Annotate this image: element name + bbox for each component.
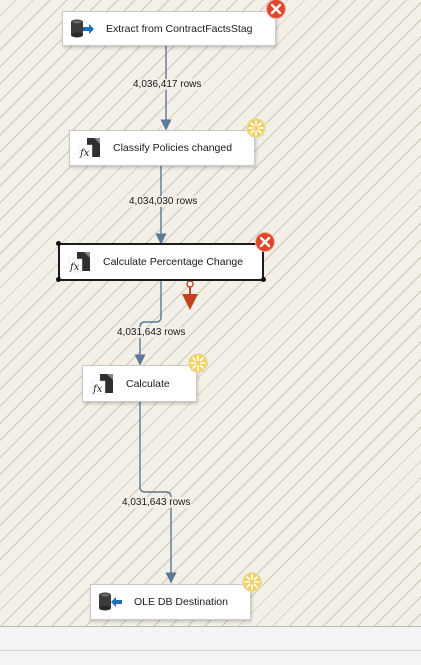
row-count-label: 4,036,417 rows (132, 79, 203, 90)
svg-text:fx: fx (69, 262, 80, 273)
svg-text:fx: fx (92, 384, 103, 395)
running-status-icon (188, 353, 208, 373)
data-flow-design-surface[interactable]: 4,036,417 rows 4,034,030 rows 4,031,643 … (0, 0, 421, 626)
component-ole-db-destination[interactable]: OLE DB Destination (90, 584, 251, 620)
selection-handle[interactable] (56, 277, 61, 282)
error-output-anchor[interactable] (186, 280, 194, 288)
selection-handle[interactable] (261, 277, 266, 282)
derived-column-icon: fx (78, 138, 100, 159)
row-count-label: 4,031,643 rows (116, 327, 187, 338)
component-calculate[interactable]: fx Calculate (82, 365, 197, 402)
component-calculate-percentage-change[interactable]: fx Calculate Percentage Change (58, 243, 264, 281)
path-calc-to-dest[interactable] (139, 402, 177, 584)
row-count-label: 4,031,643 rows (121, 497, 192, 508)
ole-db-destination-icon (99, 592, 122, 611)
component-label: OLE DB Destination (134, 596, 228, 608)
running-status-icon (242, 572, 262, 592)
selection-handle[interactable] (56, 241, 61, 246)
designer-bottom-panel (0, 626, 421, 665)
component-label: Classify Policies changed (113, 142, 233, 154)
component-extract-from-contractfactsstag[interactable]: Extract from ContractFactsStag (62, 11, 276, 46)
running-status-icon (246, 118, 266, 138)
row-count-label: 4,034,030 rows (128, 196, 199, 207)
svg-text:fx: fx (79, 148, 90, 159)
derived-column-icon: fx (91, 373, 113, 395)
divider (0, 650, 421, 651)
component-label: Calculate Percentage Change (103, 256, 244, 268)
data-flow-paths (134, 46, 198, 584)
component-classify-policies-changed[interactable]: fx Classify Policies changed (69, 130, 255, 166)
derived-column-icon: fx (68, 252, 90, 273)
ole-db-source-icon (71, 19, 94, 37)
error-status-icon (266, 0, 286, 19)
path-calcpct-to-calc[interactable] (134, 281, 162, 366)
component-label: Calculate (126, 377, 170, 390)
error-status-icon (255, 232, 275, 252)
component-label: Extract from ContractFactsStag (106, 22, 253, 35)
